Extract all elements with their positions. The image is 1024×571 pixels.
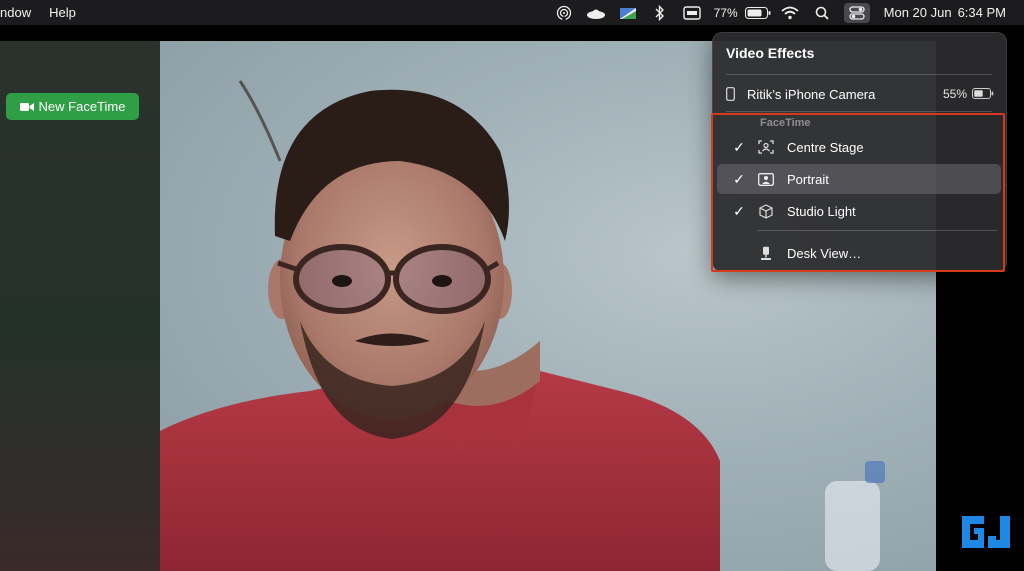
checkmark-icon: ✓ (733, 138, 745, 155)
camera-battery-percent: 55% (942, 87, 967, 101)
ufo-icon[interactable] (580, 0, 612, 25)
divider (726, 111, 992, 112)
camera-source-row[interactable]: Ritik’s iPhone Camera 55% (726, 83, 994, 105)
gadgets-logo-icon (958, 512, 1016, 557)
section-label-facetime: FaceTime (760, 117, 811, 129)
wifi-icon[interactable] (774, 0, 806, 25)
camera-battery-icon (972, 87, 994, 102)
divider (757, 230, 998, 231)
iphone-icon (726, 87, 736, 101)
divider (726, 74, 992, 75)
effect-centre-stage[interactable]: ✓ Centre Stage (717, 132, 1001, 162)
menu-bar: ndow Help 77% Mon 20 Jun 6:34 PM (0, 0, 1024, 25)
display-icon[interactable] (676, 0, 708, 25)
menu-extras: 77% Mon 20 Jun 6:34 PM (548, 0, 1024, 25)
spotlight-icon[interactable] (806, 0, 838, 25)
effect-label: Studio Light (787, 203, 856, 219)
menu-window[interactable]: ndow (0, 0, 40, 25)
cube-icon (753, 203, 779, 219)
battery-icon[interactable] (742, 0, 774, 25)
menubar-time[interactable]: 6:34 PM (958, 5, 1006, 20)
battery-percent: 77% (713, 5, 738, 20)
menubar-date[interactable]: Mon 20 Jun (884, 5, 952, 20)
effect-desk-view[interactable]: Desk View… (717, 238, 1001, 268)
control-center-icon[interactable] (843, 2, 870, 23)
checkmark-icon: ✓ (733, 202, 745, 219)
effect-portrait[interactable]: ✓ Portrait (717, 164, 1001, 194)
menu-left: ndow Help (0, 0, 85, 25)
menu-help[interactable]: Help (40, 0, 85, 25)
keyboard-flag-icon[interactable] (612, 0, 644, 25)
effect-studio-light[interactable]: ✓ Studio Light (717, 196, 1001, 226)
video-camera-icon (19, 102, 34, 111)
effect-label: Portrait (787, 171, 829, 187)
facetime-sidebar: New FaceTime (0, 41, 160, 571)
new-facetime-button[interactable]: New FaceTime (6, 93, 139, 120)
airdrop-icon[interactable] (548, 0, 580, 25)
checkmark-icon: ✓ (733, 170, 745, 187)
effect-label: Desk View… (787, 245, 862, 261)
centre-stage-icon (753, 140, 779, 154)
panel-title: Video Effects (726, 45, 815, 61)
new-facetime-label: New FaceTime (38, 99, 126, 114)
desk-view-icon (753, 246, 779, 261)
video-effects-panel: Video Effects Ritik’s iPhone Camera 55% … (712, 32, 1007, 272)
bluetooth-icon[interactable] (644, 0, 676, 25)
effect-label: Centre Stage (787, 139, 864, 155)
portrait-icon (753, 172, 779, 186)
camera-name: Ritik’s iPhone Camera (747, 86, 876, 102)
